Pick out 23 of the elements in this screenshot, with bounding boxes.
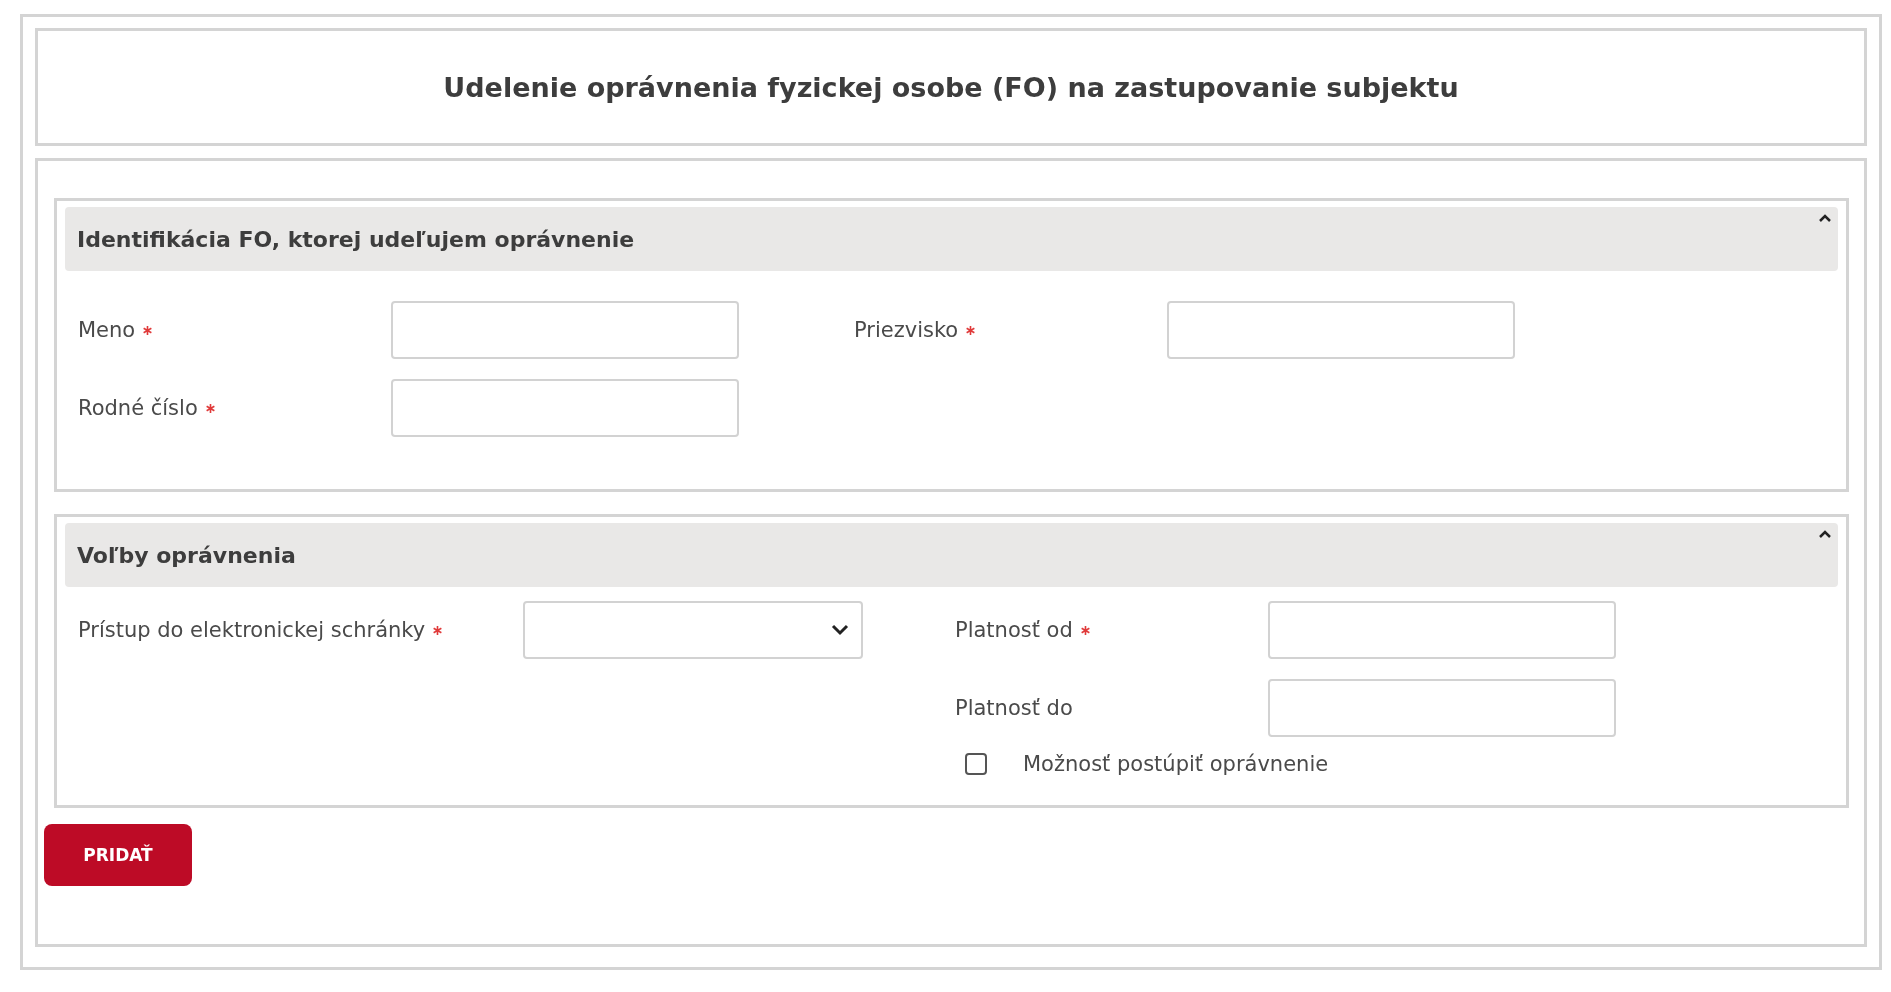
section-header[interactable]: Identifikácia FO, ktorej udeľujem oprávnenie: [65, 207, 1838, 271]
chevron-down-icon: [831, 624, 849, 636]
field-label: Meno: [78, 318, 136, 342]
dropdown-field[interactable]: [523, 601, 863, 659]
section-header[interactable]: Voľby oprávnenia: [65, 523, 1838, 587]
section-title: Identifikácia FO, ktorej udeľujem oprávnenie: [77, 226, 635, 252]
checkbox-label: Možnosť postúpiť oprávnenie: [1023, 752, 1329, 776]
field-label: Prístup do elektronickej schránky: [78, 618, 426, 642]
field-label: Platnosť do: [955, 696, 1073, 720]
chevron-up-icon[interactable]: [1818, 529, 1832, 539]
field-label: Platnosť od: [955, 618, 1073, 642]
field-label: Priezvisko: [854, 318, 959, 342]
input-field[interactable]: [1268, 679, 1616, 737]
chevron-up-icon[interactable]: [1818, 213, 1832, 223]
add-button[interactable]: PRIDAŤ: [44, 824, 192, 886]
checkbox[interactable]: [965, 753, 987, 775]
input-field[interactable]: [1268, 601, 1616, 659]
page-title: Udelenie oprávnenia fyzickej osobe (FO) na zastupovanie subjektu: [443, 71, 1459, 103]
field-label: Rodné číslo: [78, 396, 198, 420]
input-field[interactable]: [391, 379, 739, 437]
input-field[interactable]: [1167, 301, 1515, 359]
input-field[interactable]: [391, 301, 739, 359]
section-title: Voľby oprávnenia: [77, 542, 296, 568]
